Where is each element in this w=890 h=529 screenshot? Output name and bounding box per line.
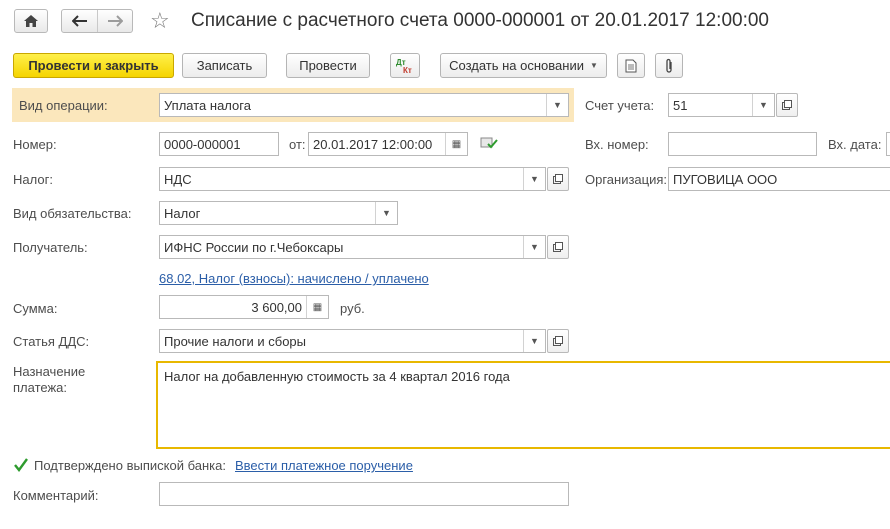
account-open-button[interactable] [776,93,798,117]
dt-kt-icon: Дт Кт [396,58,412,75]
save-button[interactable]: Записать [182,53,267,78]
date-value: 20.01.2017 12:00:00 [313,136,433,152]
purpose-label-line-1: Назначение [13,364,86,379]
dropdown-icon[interactable]: ▼ [523,236,545,258]
tax-open-button[interactable] [547,167,569,191]
dropdown-icon[interactable]: ▼ [546,94,568,116]
incoming-date-field[interactable] [886,132,890,156]
operation-type-label: Вид операции: [19,98,108,113]
number-field[interactable]: 0000-000001 [159,132,279,156]
number-value: 0000-000001 [164,136,241,152]
organization-field[interactable]: ПУГОВИЦА ООО [668,167,890,191]
number-label: Номер: [13,137,57,152]
arrow-right-icon [108,15,124,27]
bank-confirmed-label: Подтверждено выпиской банка: [34,458,226,473]
recipient-field[interactable]: ИФНС России по г.Чебоксары ▼ [159,235,546,259]
open-icon [782,100,792,110]
dds-open-button[interactable] [547,329,569,353]
purpose-label-line-2: платежа: [13,380,67,395]
currency-label: руб. [340,301,365,316]
account-value: 51 [673,97,688,113]
account-68-link[interactable]: 68.02, Налог (взносы): начислено / уплач… [159,271,429,286]
dropdown-icon[interactable]: ▼ [375,202,397,224]
post-button[interactable]: Провести [286,53,370,78]
home-button[interactable] [14,9,48,33]
tax-label: Налог: [13,172,53,187]
checkmark-icon [14,458,28,472]
organization-value: ПУГОВИЦА ООО [673,171,778,187]
account-label: Счет учета: [585,98,655,113]
account-field[interactable]: 51 ▼ [668,93,775,117]
home-icon [24,15,38,27]
payment-purpose-value: Налог на добавленную стоимость за 4 квар… [164,369,510,384]
organization-label: Организация: [585,172,668,187]
open-icon [553,174,563,184]
recipient-value: ИФНС России по г.Чебоксары [164,239,344,255]
dt-kt-button[interactable]: Дт Кт [390,53,420,78]
sum-field[interactable]: 3 600,00 ▦ [159,295,329,319]
post-and-close-button[interactable]: Провести и закрыть [13,53,174,78]
open-icon [553,242,563,252]
incoming-date-label: Вх. дата: [828,137,882,152]
calculator-icon[interactable]: ▦ [306,296,328,318]
window-title: Списание с расчетного счета 0000-000001 … [191,10,769,31]
paperclip-icon [666,58,672,73]
create-based-on-button[interactable]: Создать на основании ▼ [440,53,607,78]
tax-field[interactable]: НДС ▼ [159,167,546,191]
back-button[interactable] [62,10,99,32]
date-field[interactable]: 20.01.2017 12:00:00 ▦ [308,132,468,156]
check-document-icon[interactable] [480,136,498,153]
date-from-label: от: [289,137,306,152]
recipient-open-button[interactable] [547,235,569,259]
attach-button[interactable] [655,53,683,78]
sum-value: 3 600,00 [251,299,302,315]
document-button[interactable] [617,53,645,78]
dropdown-icon[interactable]: ▼ [523,168,545,190]
comment-field[interactable] [159,482,569,506]
bank-confirmed-checkbox[interactable] [13,457,29,473]
comment-label: Комментарий: [13,488,99,503]
enter-payment-order-link[interactable]: Ввести платежное поручение [235,458,413,473]
obligation-label: Вид обязательства: [13,206,132,221]
dds-field[interactable]: Прочие налоги и сборы ▼ [159,329,546,353]
create-based-on-label: Создать на основании [449,58,584,73]
sum-label: Сумма: [13,301,58,316]
chevron-down-icon: ▼ [589,61,598,70]
favorite-star-icon[interactable]: ☆ [150,9,170,33]
forward-button[interactable] [98,10,132,32]
payment-purpose-textarea[interactable]: Налог на добавленную стоимость за 4 квар… [156,361,890,449]
incoming-number-label: Вх. номер: [585,137,649,152]
svg-text:Кт: Кт [403,66,412,75]
open-icon [553,336,563,346]
obligation-field[interactable]: Налог ▼ [159,201,398,225]
dropdown-icon[interactable]: ▼ [752,94,774,116]
obligation-value: Налог [164,205,201,221]
calendar-icon[interactable]: ▦ [445,133,467,155]
document-icon [625,59,637,72]
tax-value: НДС [164,171,192,187]
arrow-left-icon [71,15,87,27]
dds-label: Статья ДДС: [13,334,90,349]
operation-type-value: Уплата налога [164,97,251,113]
dds-value: Прочие налоги и сборы [164,333,307,349]
recipient-label: Получатель: [13,240,88,255]
operation-type-field[interactable]: Уплата налога ▼ [159,93,569,117]
incoming-number-field[interactable] [668,132,817,156]
history-nav [61,9,133,33]
dropdown-icon[interactable]: ▼ [523,330,545,352]
